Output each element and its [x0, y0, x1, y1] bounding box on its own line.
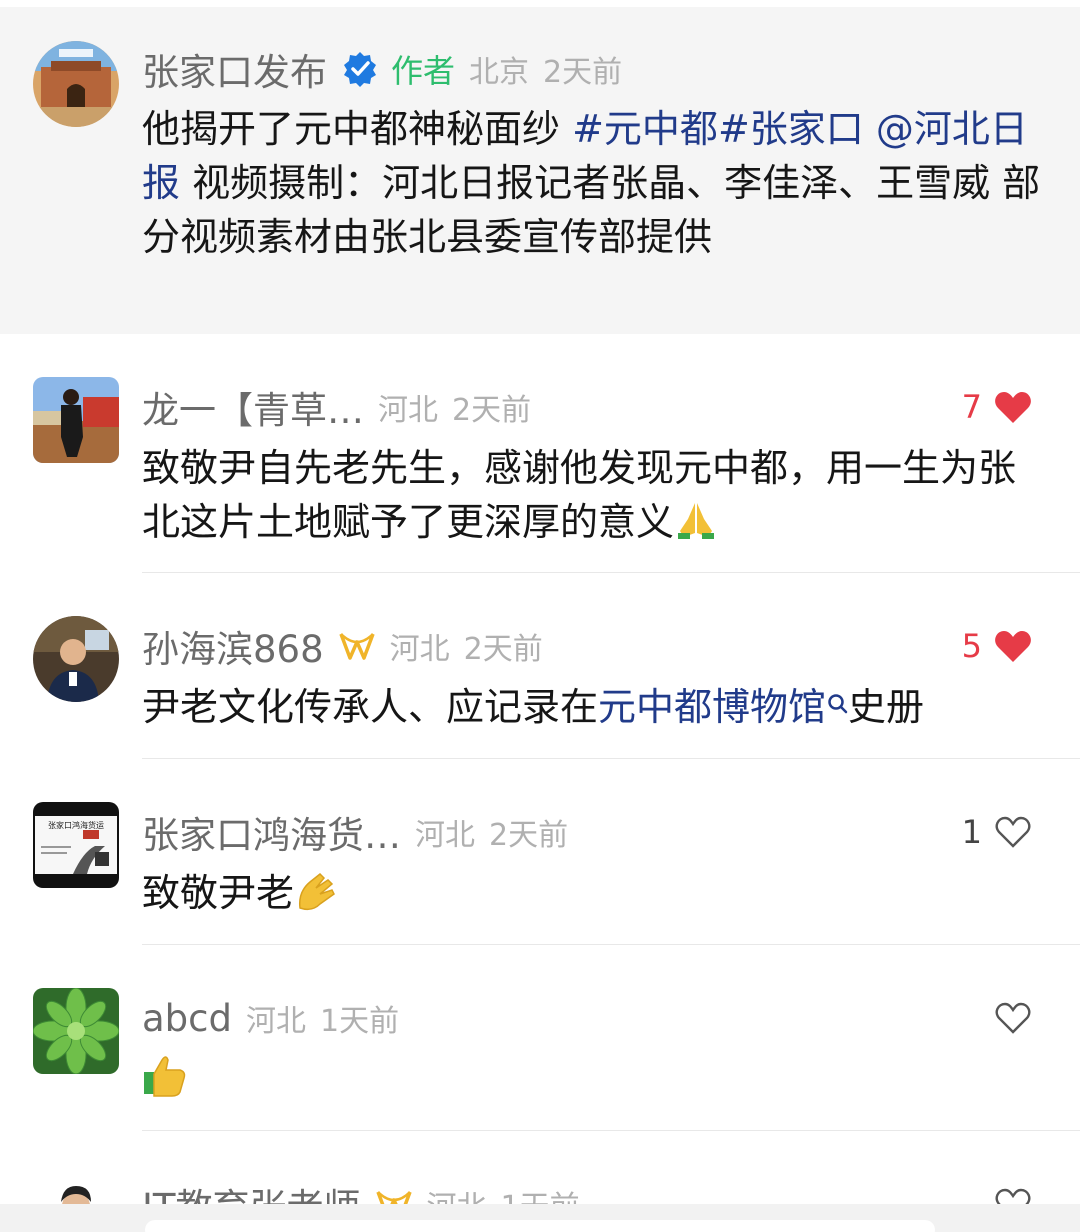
post-location: 北京 — [469, 55, 530, 90]
like-button[interactable] — [994, 993, 1032, 1043]
hashtag-link[interactable]: #元中都 — [572, 107, 718, 151]
hashtag-link[interactable]: #张家口 — [718, 107, 864, 151]
comment-body: 致敬尹老 — [142, 871, 295, 915]
post-text-part: 视频摄制：河北日报记者张晶、李佳泽、王雪威 部分视频素材由张北县委宣传部提供 — [142, 161, 1041, 259]
vip-badge-icon — [338, 630, 376, 662]
comment-body: 尹老文化传承人、应记录在 — [142, 685, 599, 729]
folded-hands-icon — [674, 497, 718, 555]
comment-time: 2天前 — [463, 632, 543, 667]
heart-filled-icon — [995, 392, 1031, 423]
thumbs-up-icon — [142, 1052, 188, 1112]
comment-meta: 张家口鸿海货… 河北 2天前 — [142, 807, 568, 857]
like-count: 7 — [961, 388, 982, 426]
comment-input-field[interactable] — [145, 1220, 935, 1232]
post-time: 2天前 — [543, 55, 623, 90]
comment-location: 河北 — [415, 818, 475, 853]
verified-icon — [341, 50, 379, 88]
heart-outline-icon — [995, 816, 1031, 848]
clapping-hands-icon — [294, 868, 342, 926]
comment-body: 致敬尹自先老先生，感谢他发现元中都，用一生为张北这片土地赋予了更深厚的意义 — [142, 446, 1017, 544]
commenter-avatar[interactable] — [33, 616, 119, 702]
commenter-name[interactable]: 孙海滨868 — [142, 619, 324, 673]
commenter-avatar[interactable]: 张家口鸿海货运 — [33, 802, 119, 888]
post-text-part: 他揭开了元中都神秘面纱 — [142, 107, 573, 151]
comment-text: 致敬尹自先老先生，感谢他发现元中都，用一生为张北这片土地赋予了更深厚的意义 — [142, 441, 1052, 555]
comment-text: 尹老文化传承人、应记录在元中都博物馆 史册 — [142, 680, 1052, 740]
post-text-space — [864, 107, 876, 151]
divider — [142, 758, 1080, 759]
search-icon[interactable] — [826, 686, 848, 740]
post-card: 张家口发布 作者 北京 2天前 他揭开了元中都神秘面纱 #元中都#张家口 @河北… — [0, 7, 1080, 334]
comment-time: 2天前 — [452, 393, 532, 428]
heart-filled-icon — [995, 631, 1031, 662]
comment-location: 河北 — [246, 1004, 306, 1039]
post-text: 他揭开了元中都神秘面纱 #元中都#张家口 @河北日报 视频摄制：河北日报记者张晶… — [142, 102, 1052, 264]
comment-meta: 孙海滨868 河北 2天前 — [142, 621, 543, 671]
commenter-avatar[interactable] — [33, 377, 119, 463]
like-button[interactable]: 5 — [962, 621, 1032, 671]
author-name[interactable]: 张家口发布 — [142, 42, 327, 96]
author-tag: 作者 — [391, 52, 456, 90]
comment-body: 史册 — [848, 685, 925, 729]
commenter-name[interactable]: 龙一【青草… — [142, 380, 364, 434]
commenter-avatar[interactable] — [33, 988, 119, 1074]
divider — [142, 572, 1080, 573]
comment-meta: abcd 河北 1天前 — [142, 993, 399, 1043]
comment-time: 1天前 — [320, 1004, 400, 1039]
like-button[interactable]: 7 — [962, 382, 1032, 432]
search-link[interactable]: 元中都博物馆 — [598, 685, 826, 729]
author-avatar[interactable] — [33, 41, 119, 127]
divider — [142, 944, 1080, 945]
like-button[interactable]: 1 — [962, 807, 1032, 857]
comment-meta: 龙一【青草… 河北 2天前 — [142, 382, 531, 432]
commenter-name[interactable]: 张家口鸿海货… — [142, 805, 401, 859]
commenter-name[interactable]: abcd — [142, 997, 232, 1040]
like-count: 5 — [961, 627, 982, 665]
comment-time: 2天前 — [489, 818, 569, 853]
post-meta: 张家口发布 作者 北京 2天前 — [142, 44, 622, 94]
comment-location: 河北 — [378, 393, 438, 428]
comment-text: 致敬尹老 — [142, 866, 1052, 926]
divider — [142, 1130, 1080, 1131]
heart-outline-icon — [995, 1002, 1031, 1034]
comment-location: 河北 — [389, 632, 450, 667]
like-count: 1 — [961, 813, 982, 851]
avatar-card-text: 张家口鸿海货运 — [48, 820, 104, 830]
comment-text — [142, 1052, 1052, 1112]
